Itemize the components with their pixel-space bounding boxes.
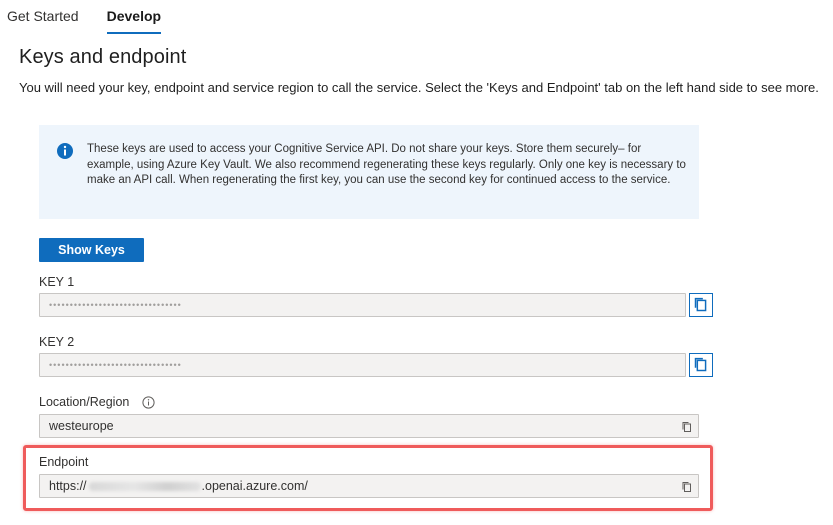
location-field[interactable]: westeurope bbox=[39, 414, 699, 438]
copy-icon bbox=[694, 357, 707, 372]
location-info-icon[interactable] bbox=[142, 396, 155, 409]
key1-label: KEY 1 bbox=[39, 275, 75, 289]
key2-value: •••••••••••••••••••••••••••••••• bbox=[49, 360, 182, 370]
endpoint-redacted bbox=[88, 482, 201, 492]
show-keys-button[interactable]: Show Keys bbox=[39, 238, 144, 262]
location-value: westeurope bbox=[49, 419, 114, 433]
key1-value: •••••••••••••••••••••••••••••••• bbox=[49, 300, 182, 310]
section-description: You will need your key, endpoint and ser… bbox=[19, 80, 819, 95]
location-label: Location/Region bbox=[39, 395, 130, 409]
endpoint-value: https:// .openai.azure.com/ bbox=[49, 479, 308, 493]
info-text: These keys are used to access your Cogni… bbox=[87, 143, 686, 186]
key2-label: KEY 2 bbox=[39, 335, 75, 349]
page: Get Started Develop Keys and endpoint Yo… bbox=[0, 0, 833, 525]
endpoint-suffix: .openai.azure.com/ bbox=[201, 479, 308, 493]
section-title: Keys and endpoint bbox=[19, 46, 187, 68]
tab-get-started[interactable]: Get Started bbox=[7, 0, 79, 34]
tab-develop[interactable]: Develop bbox=[106, 0, 162, 34]
endpoint-label: Endpoint bbox=[39, 455, 89, 469]
endpoint-prefix: https:// bbox=[49, 479, 87, 493]
copy-location-icon[interactable] bbox=[680, 420, 694, 434]
copy-key1-button[interactable] bbox=[689, 293, 713, 317]
copy-key2-button[interactable] bbox=[689, 353, 713, 377]
tab-bar: Get Started Develop bbox=[7, 0, 189, 34]
info-box: These keys are used to access your Cogni… bbox=[39, 125, 699, 219]
endpoint-field[interactable]: https:// .openai.azure.com/ bbox=[39, 474, 699, 498]
key2-field[interactable]: •••••••••••••••••••••••••••••••• bbox=[39, 353, 686, 377]
info-icon bbox=[57, 143, 73, 159]
copy-endpoint-icon[interactable] bbox=[680, 480, 694, 494]
key1-field[interactable]: •••••••••••••••••••••••••••••••• bbox=[39, 293, 686, 317]
copy-icon bbox=[694, 297, 707, 312]
